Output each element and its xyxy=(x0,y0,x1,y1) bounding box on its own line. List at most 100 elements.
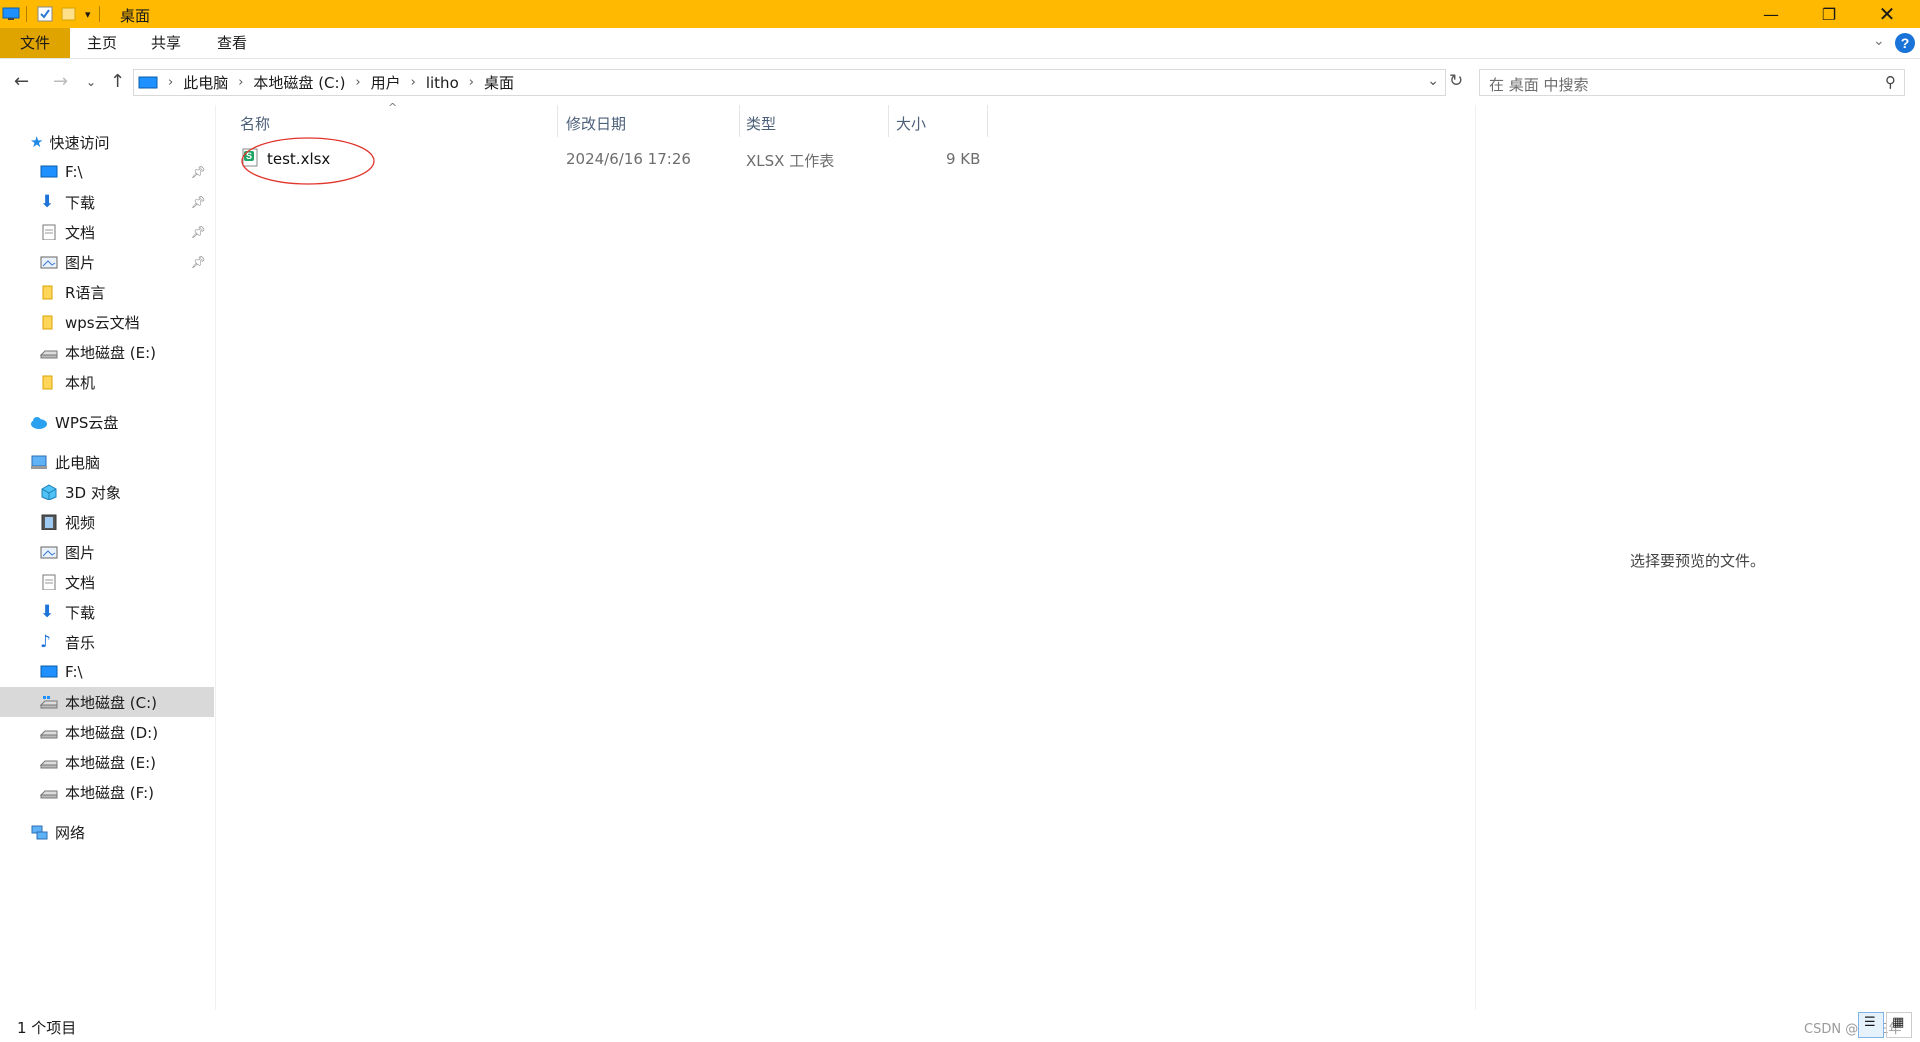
status-item-count: 1 个项目 xyxy=(17,1019,77,1037)
sidebar-item-drive-c[interactable]: 本地磁盘 (C:) xyxy=(0,687,214,717)
sidebar-item-label: 此电脑 xyxy=(55,453,101,472)
back-arrow-icon[interactable]: ← xyxy=(14,71,29,92)
minimize-button[interactable]: — xyxy=(1742,0,1800,28)
sidebar-item-label: 本地磁盘 (C:) xyxy=(65,693,157,712)
breadcrumb-desktop[interactable]: 桌面 xyxy=(484,72,514,93)
chevron-right-icon[interactable]: › xyxy=(168,75,173,90)
quick-access-toolbar: ▾ xyxy=(2,5,100,23)
monitor-icon xyxy=(40,165,58,178)
sidebar-item-wps-cloud[interactable]: WPS云盘 xyxy=(0,407,214,437)
tab-file[interactable]: 文件 xyxy=(0,28,70,58)
chevron-right-icon[interactable]: › xyxy=(469,75,474,90)
breadcrumb-litho[interactable]: litho xyxy=(426,74,459,92)
forward-arrow-icon[interactable]: → xyxy=(53,71,68,92)
recent-locations-icon[interactable]: ⌄ xyxy=(86,75,96,89)
chevron-right-icon[interactable]: › xyxy=(238,75,243,90)
sidebar-item-label: F:\ xyxy=(65,663,83,681)
close-button[interactable]: ✕ xyxy=(1858,0,1916,28)
search-input[interactable]: 在 桌面 中搜索 ⚲ xyxy=(1479,69,1905,96)
sidebar-item-label: R语言 xyxy=(65,283,106,302)
ribbon: 文件 主页 共享 查看 ⌄ ? xyxy=(0,28,1920,59)
column-header-modified[interactable]: 修改日期 xyxy=(558,105,739,139)
breadcrumb-this-pc[interactable]: 此电脑 xyxy=(183,72,228,93)
cube-icon xyxy=(41,484,57,500)
download-icon: ⬇ xyxy=(40,602,55,622)
sidebar-item-documents[interactable]: 文档 📌︎ xyxy=(0,217,214,247)
sidebar-item-r-language[interactable]: R语言 xyxy=(0,277,214,307)
refresh-icon[interactable]: ↻ xyxy=(1449,71,1463,91)
sidebar-item-drive-f[interactable]: 本地磁盘 (F:) xyxy=(0,777,214,807)
up-arrow-icon[interactable]: ↑ xyxy=(110,71,125,92)
address-dropdown-icon[interactable]: ⌄ xyxy=(1427,73,1439,89)
pin-icon[interactable]: 📌︎ xyxy=(191,255,206,269)
title-bar: ▾ 桌面 — ❐ ✕ xyxy=(0,0,1920,28)
sidebar-item-quick-access[interactable]: ★ 快速访问 xyxy=(0,127,214,157)
sidebar-item-music[interactable]: ♪ 音乐 xyxy=(0,627,214,657)
thumbnail-view-button[interactable]: ▦ xyxy=(1886,1012,1912,1038)
column-header-label: 名称 xyxy=(240,115,271,133)
customize-toolbar-icon[interactable]: ▾ xyxy=(85,8,91,21)
sidebar-item-pc-downloads[interactable]: ⬇ 下载 xyxy=(0,597,214,627)
sidebar-item-label: 图片 xyxy=(65,543,96,562)
search-placeholder: 在 桌面 中搜索 xyxy=(1489,76,1589,94)
sidebar-item-pc-pictures[interactable]: 图片 xyxy=(0,537,214,567)
music-note-icon: ♪ xyxy=(40,632,51,652)
network-icon xyxy=(31,825,48,840)
folder-icon xyxy=(42,285,53,300)
sidebar-item-pc-f-drive[interactable]: F:\ xyxy=(0,657,214,687)
column-separator[interactable] xyxy=(987,105,988,137)
annotation-ellipse xyxy=(241,137,375,185)
sidebar-item-downloads[interactable]: ⬇ 下载 📌︎ xyxy=(0,187,214,217)
column-header-type[interactable]: 类型 xyxy=(740,105,888,139)
sidebar-item-label: 下载 xyxy=(65,603,96,622)
pane-divider[interactable] xyxy=(215,105,216,1010)
sidebar-item-label: 图片 xyxy=(65,253,96,272)
sidebar-item-drive-e[interactable]: 本地磁盘 (E:) xyxy=(0,747,214,777)
sidebar-item-videos[interactable]: 视频 xyxy=(0,507,214,537)
chevron-right-icon[interactable]: › xyxy=(355,75,360,90)
sidebar-item-pc-documents[interactable]: 文档 xyxy=(0,567,214,597)
sidebar-item-label: wps云文档 xyxy=(65,313,140,332)
sidebar-item-network[interactable]: 网络 xyxy=(0,817,214,847)
address-row: ← → ⌄ ↑ › 此电脑 › 本地磁盘 (C:) › 用户 › litho ›… xyxy=(0,59,1920,105)
sidebar-item-label: 快速访问 xyxy=(49,133,110,152)
tab-share[interactable]: 共享 xyxy=(142,28,190,58)
expand-ribbon-icon[interactable]: ⌄ xyxy=(1873,33,1885,49)
picture-icon xyxy=(40,546,58,559)
navigation-pane: ★ 快速访问 F:\ 📌︎ ⬇ 下载 📌︎ 文档 📌︎ 图片 📌︎ R语言 wp… xyxy=(0,105,214,1010)
breadcrumb-users[interactable]: 用户 xyxy=(371,72,401,93)
sidebar-item-drive-d[interactable]: 本地磁盘 (D:) xyxy=(0,717,214,747)
column-header-label: 大小 xyxy=(896,115,927,133)
breadcrumb-drive-c[interactable]: 本地磁盘 (C:) xyxy=(253,72,345,93)
sidebar-item-3d-objects[interactable]: 3D 对象 xyxy=(0,477,214,507)
address-bar[interactable]: › 此电脑 › 本地磁盘 (C:) › 用户 › litho › 桌面 ⌄ xyxy=(133,69,1446,96)
tab-view[interactable]: 查看 xyxy=(208,28,256,58)
sidebar-item-label: 本地磁盘 (D:) xyxy=(65,723,159,742)
sidebar-item-f-drive[interactable]: F:\ 📌︎ xyxy=(0,157,214,187)
sidebar-item-wps-docs[interactable]: wps云文档 xyxy=(0,307,214,337)
pin-icon[interactable]: 📌︎ xyxy=(191,165,206,179)
search-icon[interactable]: ⚲ xyxy=(1885,73,1896,91)
properties-icon[interactable] xyxy=(37,6,53,22)
details-view-icon: ☰ xyxy=(1864,1015,1876,1030)
sidebar-item-label: 本地磁盘 (E:) xyxy=(65,753,157,772)
pin-icon[interactable]: 📌︎ xyxy=(191,195,206,209)
sidebar-item-quick-drive-e[interactable]: 本地磁盘 (E:) xyxy=(0,337,214,367)
tab-home[interactable]: 主页 xyxy=(78,28,126,58)
pin-icon[interactable]: 📌︎ xyxy=(191,225,206,239)
column-header-size[interactable]: 大小 xyxy=(889,105,987,139)
sidebar-item-pictures[interactable]: 图片 📌︎ xyxy=(0,247,214,277)
sidebar-item-local-machine[interactable]: 本机 xyxy=(0,367,214,397)
details-view-button[interactable]: ☰ xyxy=(1858,1012,1884,1038)
sidebar-item-this-pc[interactable]: 此电脑 xyxy=(0,447,214,477)
help-icon[interactable]: ? xyxy=(1894,32,1916,54)
new-folder-icon[interactable] xyxy=(61,6,79,22)
drive-icon xyxy=(40,760,58,769)
restore-button[interactable]: ❐ xyxy=(1800,0,1858,28)
sidebar-item-label: 文档 xyxy=(65,223,96,242)
chevron-right-icon[interactable]: › xyxy=(411,75,416,90)
sidebar-item-label: 视频 xyxy=(65,513,96,532)
document-icon xyxy=(42,224,56,240)
windows-drive-icon xyxy=(40,696,58,709)
sidebar-item-label: 本地磁盘 (F:) xyxy=(65,783,154,802)
